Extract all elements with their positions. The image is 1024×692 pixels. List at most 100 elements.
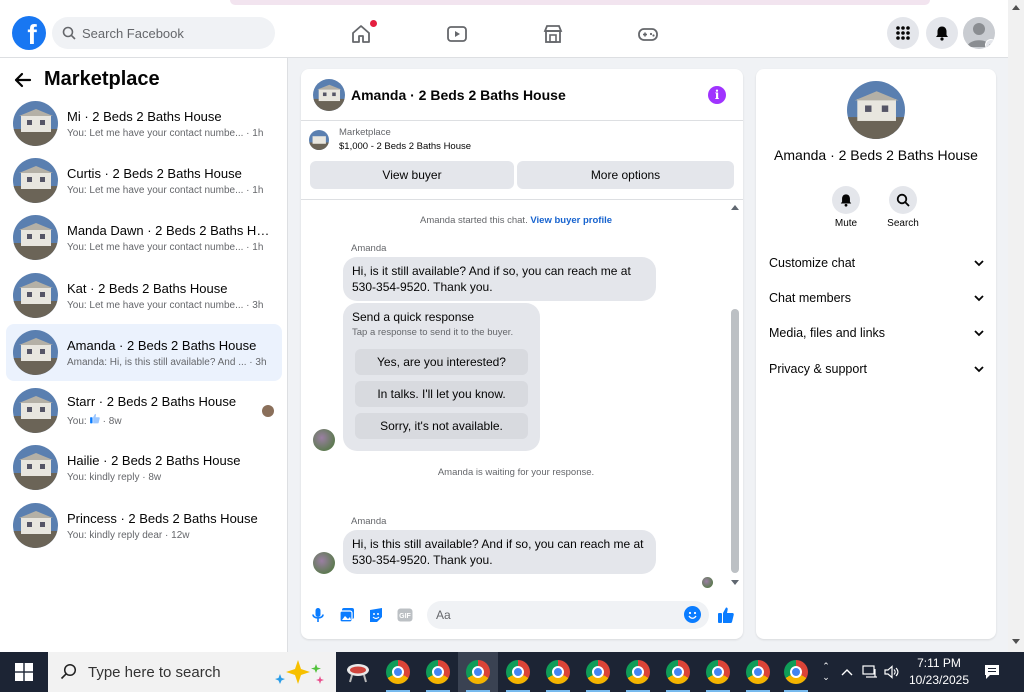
conversation-item[interactable]: Starr · 2 Beds 2 Baths House You: · 8w (6, 382, 282, 439)
emoji-icon[interactable] (684, 606, 701, 623)
chrome-taskbar-icon-active[interactable] (458, 652, 498, 692)
quick-reply-in-talks-button[interactable]: In talks. I'll let you know. (355, 381, 528, 407)
view-buyer-profile-link[interactable]: View buyer profile (530, 215, 612, 226)
search-icon (60, 663, 77, 680)
message-bubble: Hi, is this still available? And if so, … (343, 530, 656, 574)
chrome-taskbar-icon[interactable] (698, 652, 738, 692)
chrome-taskbar-icon[interactable] (418, 652, 458, 692)
buyer-avatar[interactable] (313, 552, 335, 574)
menu-grid-button[interactable] (887, 17, 919, 49)
window-scrollbar[interactable] (1008, 0, 1024, 652)
action-center-icon[interactable] (980, 652, 1004, 692)
listing-thumbnail (13, 445, 58, 490)
conversation-item[interactable]: Hailie · 2 Beds 2 Baths House You: kindly… (6, 439, 282, 496)
bell-icon (936, 26, 948, 41)
gaming-icon[interactable] (636, 22, 660, 46)
browser-strip (0, 0, 1008, 10)
gif-icon[interactable]: GIF (396, 606, 414, 624)
chevron-down-icon[interactable]: ⌄ (822, 672, 830, 683)
chevron-down-icon (974, 259, 984, 266)
chevron-up-icon (841, 669, 853, 676)
chevron-up-icon[interactable]: ⌃ (822, 661, 830, 672)
view-buyer-button[interactable]: View buyer (310, 161, 514, 189)
network-icon[interactable] (860, 652, 880, 692)
sticker-icon[interactable] (367, 606, 385, 624)
more-options-button[interactable]: More options (517, 161, 734, 189)
conversation-name: Kat · 2 Beds 2 Baths House (67, 280, 228, 296)
chrome-taskbar-icon[interactable] (378, 652, 418, 692)
conversation-item[interactable]: Mi · 2 Beds 2 Baths House You: Let me hav… (6, 95, 282, 152)
svg-text:GIF: GIF (399, 613, 411, 620)
sender-name: Amanda (351, 516, 387, 527)
buyer-avatar[interactable] (313, 429, 335, 451)
search-chat-button[interactable]: Search (878, 186, 928, 229)
chat-start-notice: Amanda started this chat. View buyer pro… (301, 215, 731, 226)
listing-thumbnail (13, 330, 58, 375)
conversation-item[interactable]: Kat · 2 Beds 2 Baths House You: Let me ha… (6, 267, 282, 324)
message-input[interactable]: Aa (427, 601, 709, 629)
quick-reply-yes-button[interactable]: Yes, are you interested? (355, 349, 528, 375)
quick-reply-not-available-button[interactable]: Sorry, it's not available. (355, 413, 528, 439)
windows-logo-icon (15, 663, 33, 681)
info-icon[interactable]: i (708, 86, 726, 104)
customize-chat-section[interactable]: Customize chat (769, 251, 984, 275)
taskbar-scroll-arrows[interactable]: ⌃ ⌄ (818, 652, 834, 692)
divider (301, 199, 743, 200)
conversation-item[interactable]: Curtis · 2 Beds 2 Baths House You: Let me… (6, 152, 282, 209)
chrome-taskbar-icon[interactable] (538, 652, 578, 692)
privacy-support-section[interactable]: Privacy & support (769, 357, 984, 381)
chrome-taskbar-icon[interactable] (738, 652, 778, 692)
sender-name: Amanda (351, 243, 387, 254)
facebook-logo[interactable]: f (12, 16, 46, 50)
volume-icon[interactable] (882, 652, 902, 692)
account-avatar[interactable]: ⌄ (963, 17, 995, 49)
marketplace-icon[interactable] (541, 22, 565, 46)
listing-thumbnail (13, 101, 58, 146)
listing-price-title[interactable]: $1,000 - 2 Beds 2 Baths House (339, 141, 471, 152)
search-icon (62, 26, 76, 40)
mute-button[interactable]: Mute (821, 186, 871, 229)
microphone-icon[interactable] (309, 606, 327, 624)
conversation-snippet: You: Let me have your contact numbe... ·… (67, 299, 264, 311)
photo-icon[interactable] (338, 606, 356, 624)
conversation-snippet: Amanda: Hi, is this still available? And… (67, 356, 267, 368)
snippet-suffix: · 8w (102, 416, 122, 427)
conversation-item[interactable]: Amanda · 2 Beds 2 Baths House Amanda: Hi,… (6, 324, 282, 381)
mute-label: Mute (834, 218, 858, 229)
conversation-item[interactable]: Princess · 2 Beds 2 Baths House You: kind… (6, 497, 282, 554)
media-files-links-section[interactable]: Media, files and links (769, 321, 984, 345)
conversation-name: Curtis · 2 Beds 2 Baths House (67, 165, 242, 181)
windows-taskbar: Type here to search ⌃ ⌄ 7:11 PM 10/23/202… (0, 652, 1024, 692)
video-icon[interactable] (445, 22, 469, 46)
listing-thumbnail (13, 503, 58, 548)
back-arrow-icon[interactable] (14, 72, 32, 88)
conversation-snippet: You: kindly reply · 8w (67, 471, 162, 483)
conversation-name: Starr · 2 Beds 2 Baths House (67, 394, 237, 409)
taskbar-search-input[interactable]: Type here to search (48, 652, 336, 692)
chrome-taskbar-icon[interactable] (618, 652, 658, 692)
chrome-taskbar-icon[interactable] (658, 652, 698, 692)
chrome-taskbar-icon[interactable] (776, 652, 816, 692)
message-placeholder: Aa (436, 608, 451, 622)
home-icon[interactable] (349, 20, 377, 46)
show-hidden-icons-button[interactable] (838, 652, 856, 692)
chat-members-section[interactable]: Chat members (769, 286, 984, 310)
notifications-button[interactable] (926, 17, 958, 49)
conversation-name: Manda Dawn · 2 Beds 2 Baths Hou... (67, 222, 272, 238)
listing-thumbnail[interactable] (313, 78, 345, 111)
section-label: Customize chat (769, 256, 856, 270)
search-placeholder: Search Facebook (82, 25, 184, 41)
system-clock[interactable]: 7:11 PM 10/23/2025 (900, 655, 978, 689)
thumbs-up-icon[interactable] (716, 605, 736, 625)
search-icon (896, 193, 910, 207)
conversation-name: Mi · 2 Beds 2 Baths House (67, 108, 222, 124)
chat-scroll-thumb[interactable] (731, 309, 739, 573)
conversation-item[interactable]: Manda Dawn · 2 Beds 2 Baths Hou... You: L… (6, 209, 282, 266)
chrome-taskbar-icon[interactable] (578, 652, 618, 692)
chrome-taskbar-icon[interactable] (498, 652, 538, 692)
taskbar-app-icon[interactable] (338, 652, 378, 692)
search-facebook-input[interactable]: Search Facebook (52, 17, 275, 49)
chevron-down-icon: ⌄ (985, 39, 995, 49)
start-button[interactable] (0, 652, 48, 692)
listing-photo[interactable] (847, 81, 905, 139)
